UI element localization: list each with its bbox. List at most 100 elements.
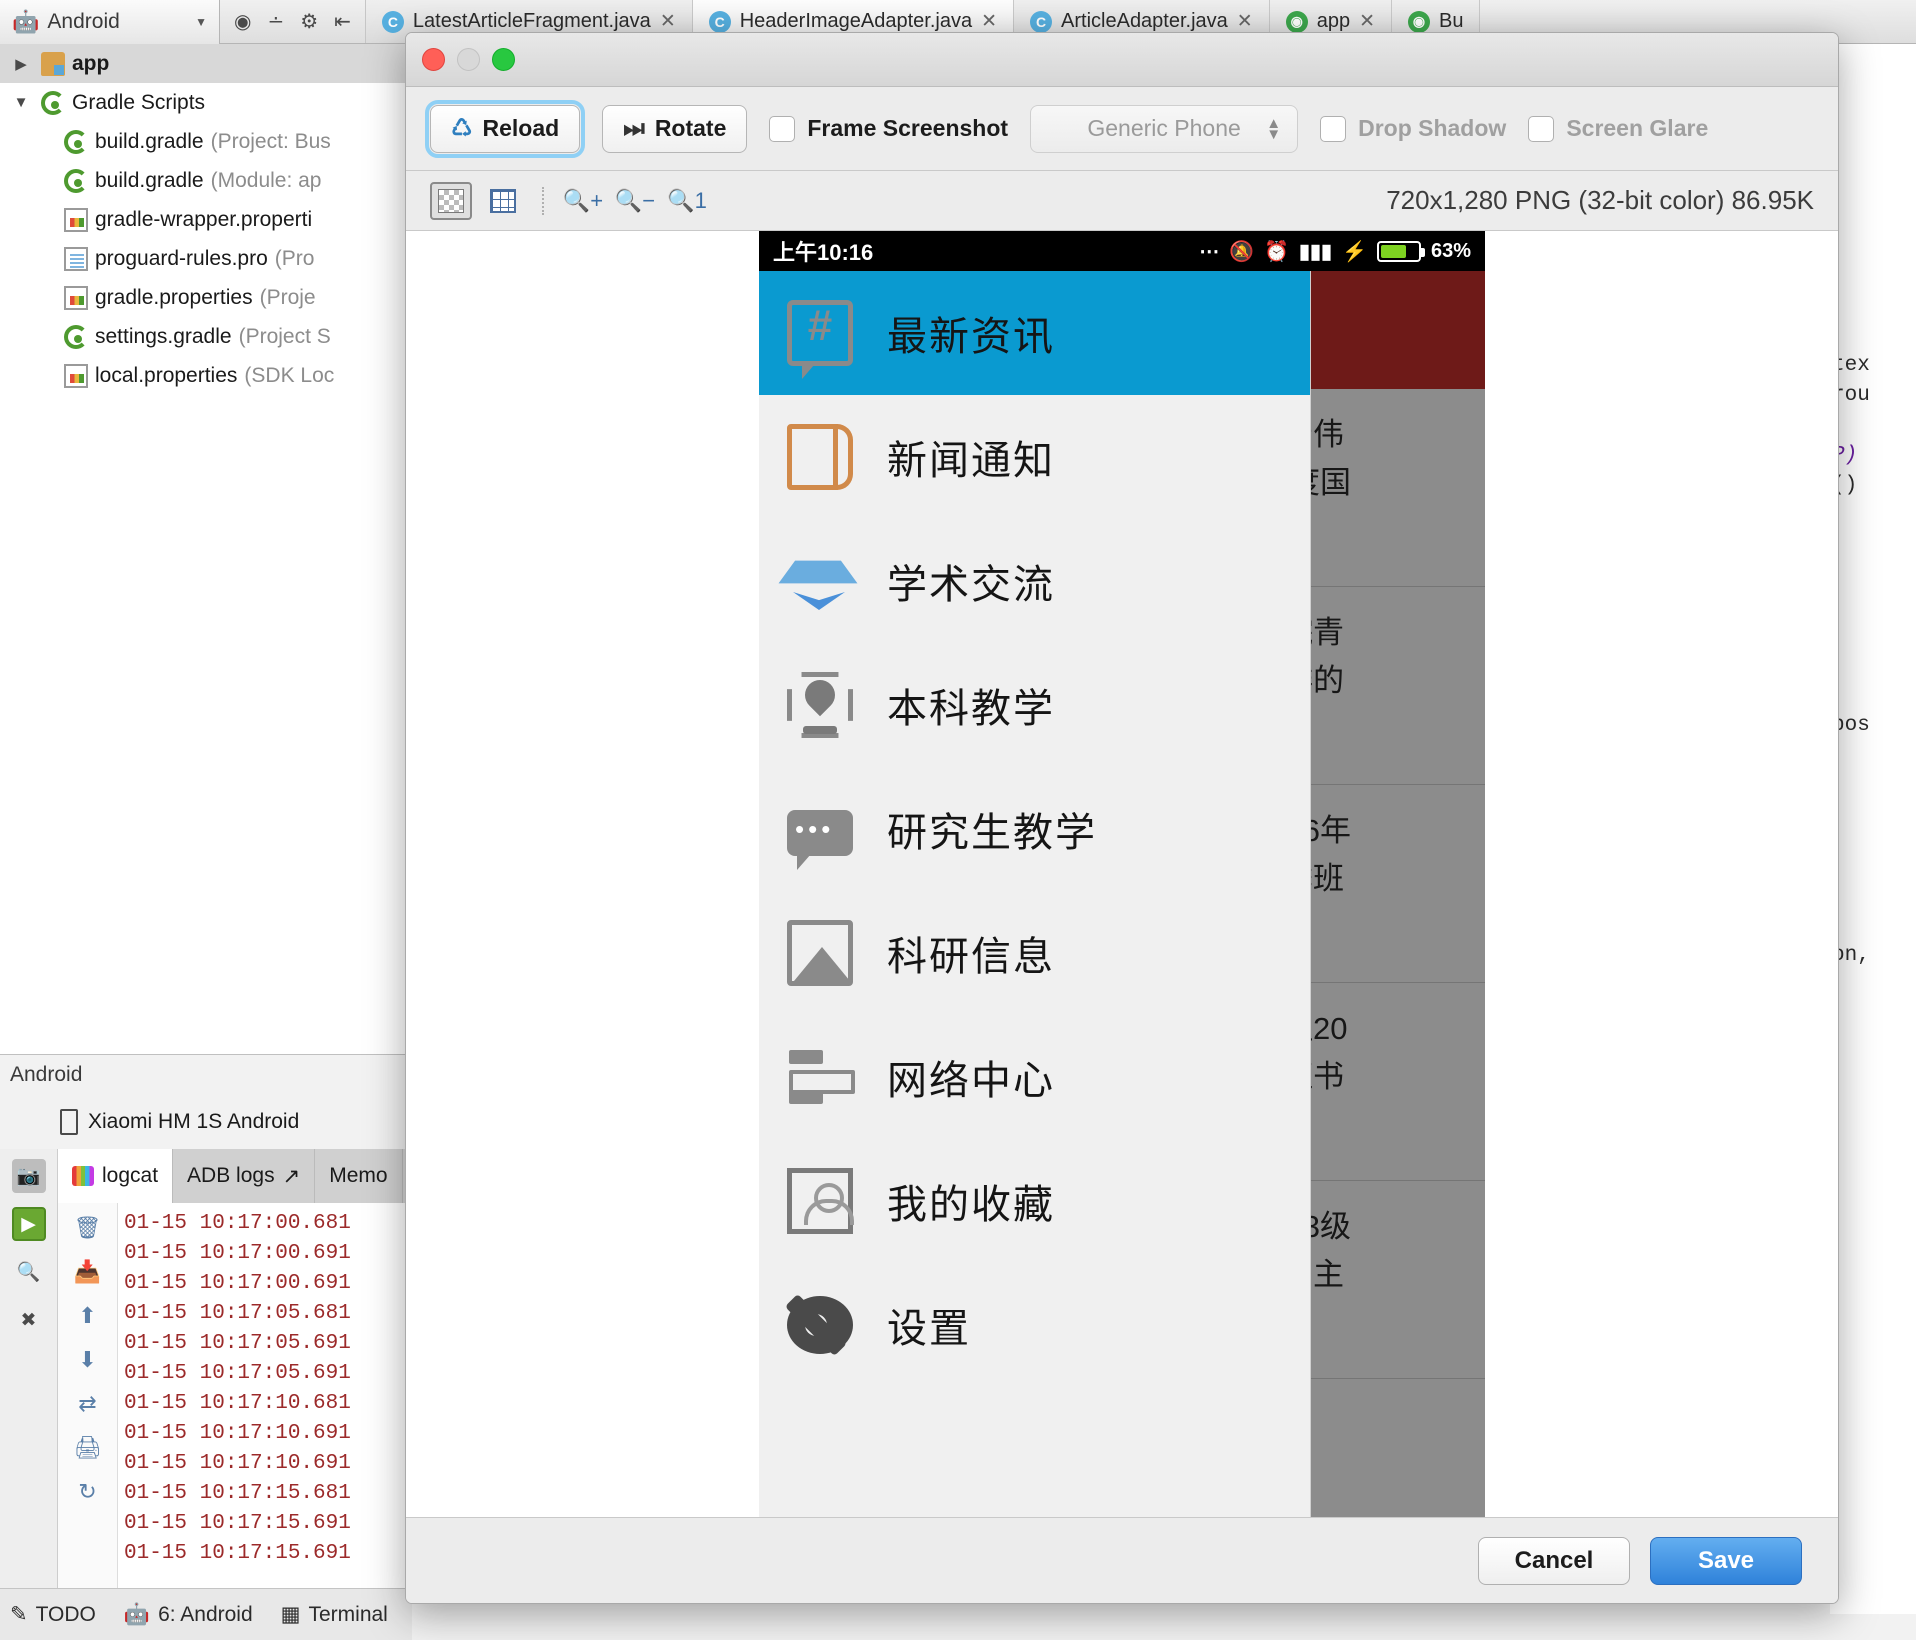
tab-adb-logs[interactable]: ADB logs ↗: [173, 1149, 316, 1203]
drawer-item-graduate[interactable]: 研究生教学: [759, 767, 1310, 891]
close-button[interactable]: [422, 48, 445, 71]
close-icon[interactable]: ✕: [1237, 10, 1253, 33]
battery-icon: [1376, 240, 1425, 262]
tree-row[interactable]: gradle-wrapper.properti: [0, 200, 411, 239]
device-frame-select[interactable]: Generic Phone ▲ ▼: [1030, 104, 1299, 153]
save-icon[interactable]: 📥: [74, 1259, 101, 1285]
frame-screenshot-checkbox[interactable]: Frame Screenshot: [769, 115, 1008, 142]
reload-button[interactable]: ♺ Reload: [424, 99, 586, 158]
tree-twisty-icon[interactable]: ▶: [8, 55, 34, 73]
log-line: 01-15 10:17:15.691: [124, 1542, 351, 1565]
status-item-todo[interactable]: ✎ TODO: [10, 1602, 96, 1627]
tree-row[interactable]: build.gradle (Module: ap: [0, 161, 411, 200]
log-line: 01-15 10:17:00.691: [124, 1272, 351, 1295]
actual-size-icon[interactable]: 🔍1: [666, 182, 708, 220]
restart-icon[interactable]: ↻: [78, 1479, 96, 1505]
drawer-item-academic-exchange[interactable]: 学术交流: [759, 519, 1310, 643]
settings-icon[interactable]: ⚙: [300, 9, 318, 34]
battery-percent: 63%: [1430, 239, 1471, 262]
device-selector[interactable]: Xiaomi HM 1S Android: [0, 1095, 412, 1149]
tree-row-name: gradle-wrapper.properti: [95, 207, 313, 231]
sync-icon[interactable]: ◉: [234, 9, 251, 34]
tree-row-suffix: (Module: ap: [210, 168, 322, 192]
tab-logcat[interactable]: logcat: [58, 1149, 174, 1203]
screenshot-canvas[interactable]: 上午10:16 ⋯ 🔕 ⏰ ▮▮▮ ⚡ 63% # 最新资讯 新闻通知 学术交流…: [406, 231, 1838, 1517]
checkbox-icon[interactable]: [1320, 115, 1347, 142]
tree-row[interactable]: build.gradle (Project: Bus: [0, 122, 411, 161]
tree-row[interactable]: local.properties (SDK Loc: [0, 356, 411, 395]
drawer-item-network-center[interactable]: 网络中心: [759, 1015, 1310, 1139]
status-item-android[interactable]: 🤖 6: Android: [124, 1603, 253, 1627]
code-editor-sliver[interactable]: tex rou P) () pos on,: [1830, 44, 1916, 1614]
stepper-icon[interactable]: ▲ ▼: [1266, 116, 1281, 142]
image-info-label: 720x1,280 PNG (32-bit color) 86.95K: [1386, 185, 1814, 215]
frame-screenshot-label: Frame Screenshot: [807, 115, 1009, 141]
close-icon[interactable]: ✕: [1359, 10, 1375, 33]
image-icon: [787, 920, 853, 986]
transparency-grid-icon[interactable]: [430, 181, 472, 220]
silent-icon: 🔕: [1229, 240, 1255, 263]
device-frame-value: Generic Phone: [1087, 115, 1241, 141]
collapse-all-icon[interactable]: ∸: [267, 9, 284, 34]
charging-icon: ⚡: [1342, 240, 1367, 263]
save-button[interactable]: Save: [1650, 1536, 1802, 1585]
tree-row-name: build.gradle: [95, 129, 204, 153]
drawer-item-research[interactable]: 科研信息: [759, 891, 1310, 1015]
drawer-item-settings[interactable]: 设置: [759, 1263, 1310, 1387]
stop-icon[interactable]: ✖: [12, 1303, 46, 1337]
pixel-grid-icon[interactable]: [482, 182, 524, 220]
zoom-button[interactable]: [492, 48, 515, 71]
close-icon[interactable]: ✕: [660, 10, 676, 33]
arrow-up-icon[interactable]: ⬆: [78, 1303, 96, 1329]
jump-to-source-icon[interactable]: ⇤: [334, 9, 351, 34]
close-icon[interactable]: ✕: [981, 10, 997, 33]
tree-row[interactable]: proguard-rules.pro (Pro: [0, 239, 411, 278]
module-selector[interactable]: 🤖 Android ▼: [0, 0, 220, 44]
print-icon[interactable]: 🖨: [74, 1435, 102, 1461]
status-item-terminal[interactable]: ▦ Terminal: [281, 1602, 388, 1627]
drop-shadow-checkbox[interactable]: Drop Shadow: [1320, 115, 1506, 142]
gradle-icon: [64, 129, 88, 154]
checkbox-icon[interactable]: [769, 115, 796, 142]
drawer-item-undergraduate[interactable]: 本科教学: [759, 643, 1310, 767]
zoom-in-icon[interactable]: 🔍+: [562, 182, 604, 220]
tab-memory[interactable]: Memo: [315, 1149, 403, 1203]
play-icon[interactable]: ▶: [11, 1207, 46, 1241]
drawer-item-news-notice[interactable]: 新闻通知: [759, 395, 1310, 519]
cancel-button[interactable]: Cancel: [1478, 1536, 1630, 1585]
tree-twisty-icon[interactable]: ▼: [8, 94, 34, 111]
checkbox-icon[interactable]: [1528, 115, 1555, 142]
zoom-out-icon[interactable]: 🔍−: [614, 182, 656, 220]
arrow-down-icon[interactable]: ⬇: [78, 1347, 96, 1373]
device-icon: [60, 1109, 78, 1135]
detach-icon[interactable]: ↗: [283, 1164, 301, 1189]
rotate-button[interactable]: ⏭ Rotate: [602, 104, 748, 153]
tree-row-name: app: [72, 51, 110, 75]
layout-inspector-icon[interactable]: 🔍: [12, 1255, 46, 1289]
logcat-output[interactable]: 01-15 10:17:00.681 01-15 10:17:00.691 01…: [118, 1203, 412, 1588]
build-icon: ◉: [1408, 10, 1431, 33]
log-line: 01-15 10:17:05.681: [124, 1302, 351, 1325]
tree-row[interactable]: gradle.properties (Proje: [0, 278, 411, 317]
minimize-button[interactable]: [457, 48, 480, 71]
drawer-item-favorites[interactable]: 我的收藏: [759, 1139, 1310, 1263]
module-selector-label: Android: [47, 10, 120, 33]
code-line: rou: [1832, 384, 1870, 407]
camera-icon[interactable]: 📷: [11, 1159, 46, 1193]
navigation-drawer[interactable]: 最新资讯 新闻通知 学术交流 本科教学: [759, 271, 1311, 1517]
tree-row[interactable]: settings.gradle (Project S: [0, 317, 411, 356]
gear-icon: [787, 1296, 853, 1354]
wrap-icon[interactable]: ⇄: [78, 1391, 96, 1417]
class-badge-icon: C: [1030, 10, 1053, 33]
trash-icon[interactable]: 🗑: [74, 1215, 102, 1241]
log-line: 01-15 10:17:10.691: [124, 1422, 351, 1445]
person-icon: [787, 1168, 854, 1234]
tree-row[interactable]: ▶ app: [0, 44, 411, 83]
log-line: 01-15 10:17:10.681: [124, 1392, 351, 1415]
screen-glare-checkbox[interactable]: Screen Glare: [1528, 115, 1708, 142]
tree-row[interactable]: ▼ Gradle Scripts: [0, 83, 411, 122]
drawer-item-latest-news[interactable]: 最新资讯: [759, 271, 1310, 395]
reload-icon: ♺: [451, 115, 473, 142]
project-tree-pane[interactable]: ▶ app ▼ Gradle Scripts build.gradle (Pro…: [0, 44, 412, 1054]
